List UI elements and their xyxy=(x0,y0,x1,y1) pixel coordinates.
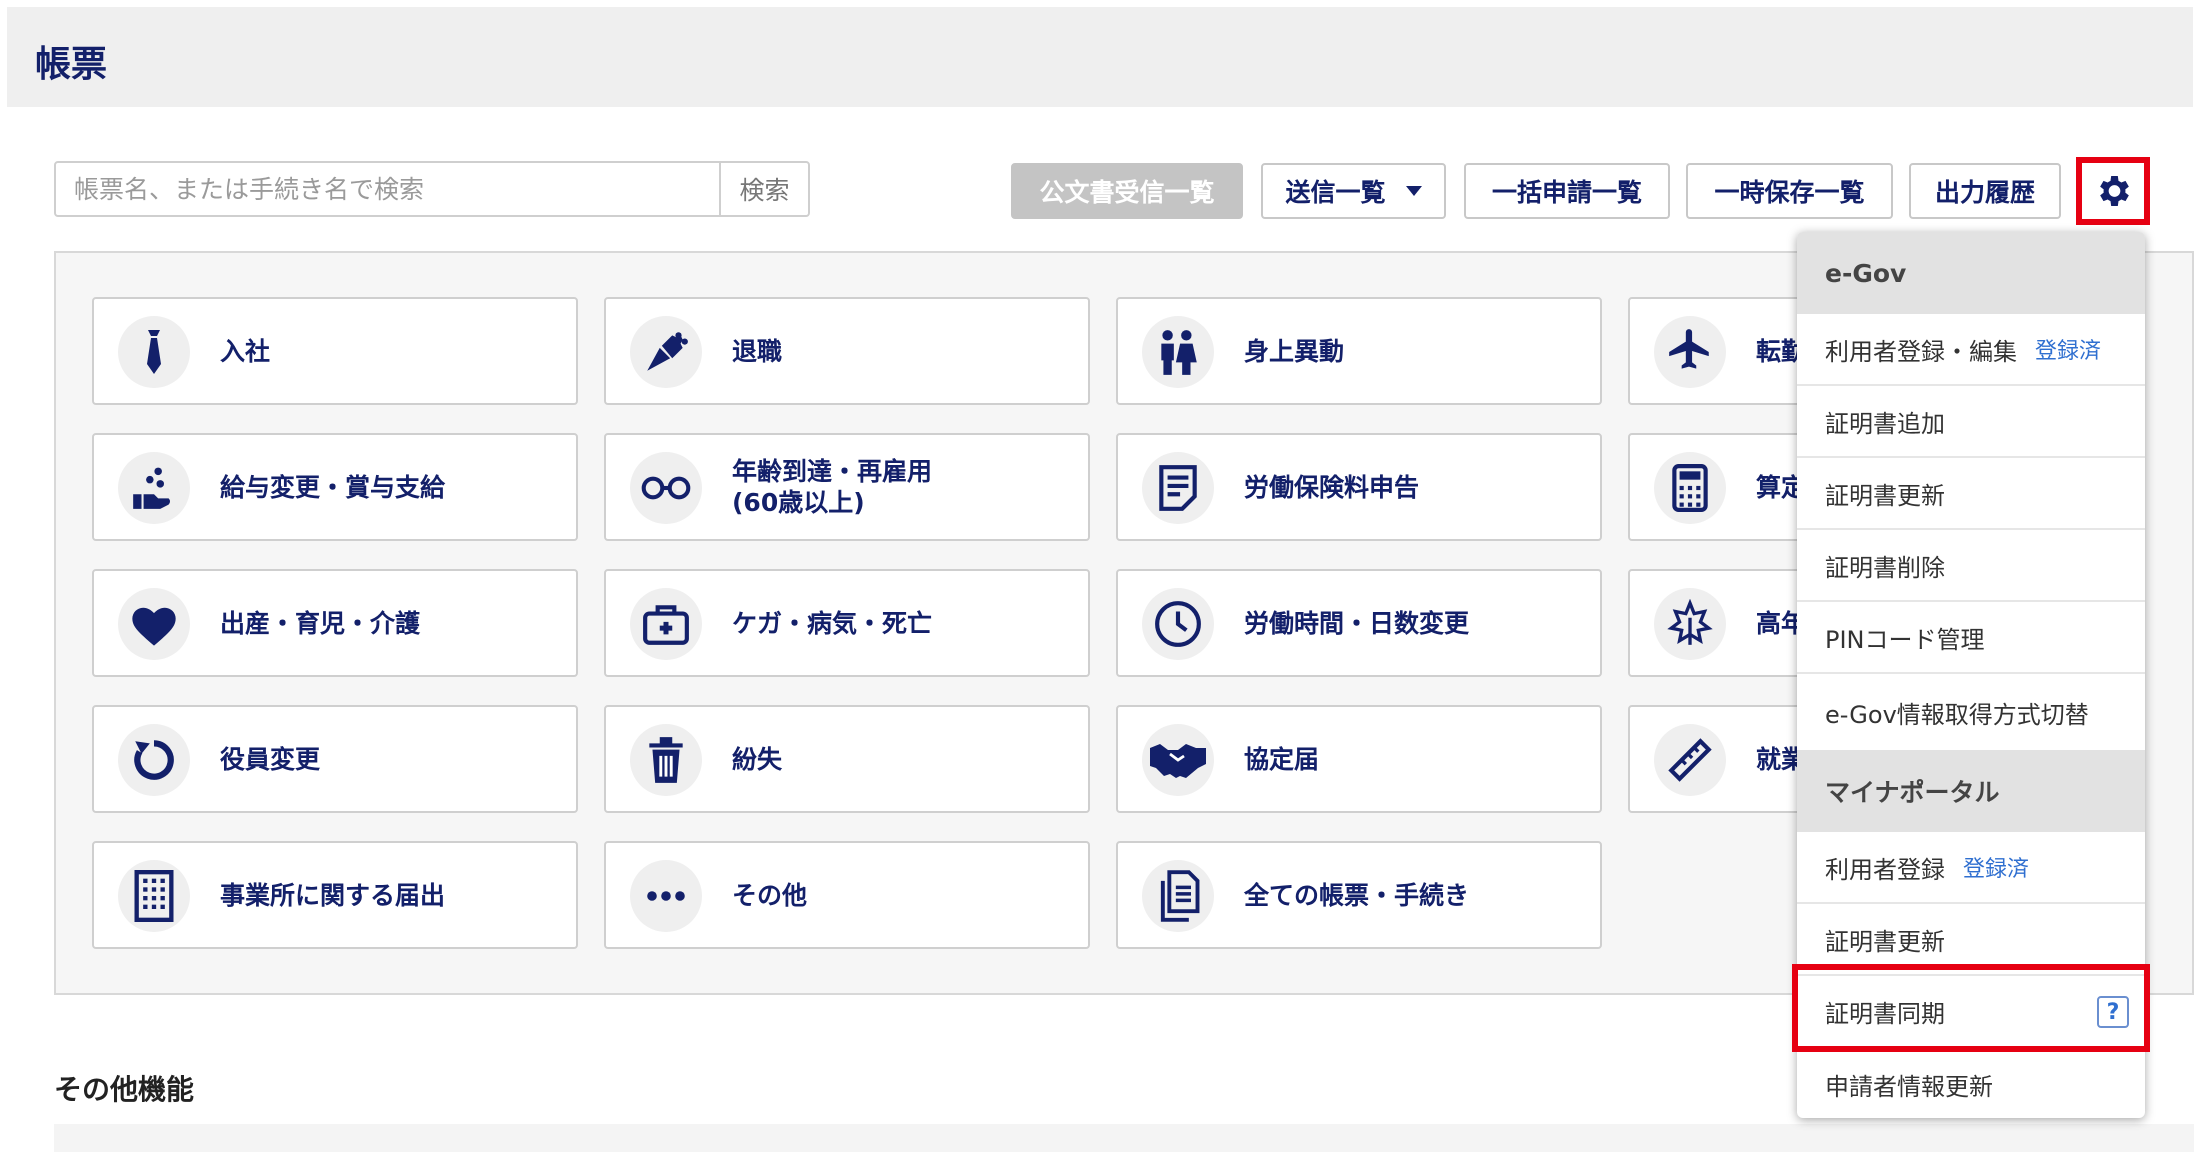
category-label: 退職 xyxy=(732,336,783,366)
menu-item-myna-user-register[interactable]: 利用者登録 登録済 xyxy=(1797,832,2145,904)
category-card-personal-change[interactable]: 身上異動 xyxy=(1116,297,1602,405)
airplane-icon xyxy=(1654,316,1726,388)
search-input[interactable] xyxy=(56,163,721,215)
dropdown-section-mynaportal: マイナポータル xyxy=(1797,750,2145,832)
category-card-age[interactable]: 年齢到達・再雇用 (60歳以上) xyxy=(604,433,1090,541)
heart-icon xyxy=(118,588,190,660)
caret-down-icon xyxy=(1405,186,1422,196)
dropdown-section-egov: e-Gov xyxy=(1797,232,2145,314)
registered-badge: 登録済 xyxy=(2035,339,2102,364)
menu-item-label: 利用者登録 xyxy=(1825,855,1945,884)
ellipsis-icon xyxy=(630,860,702,932)
category-label: 身上異動 xyxy=(1244,336,1345,366)
menu-item-myna-cert-update[interactable]: 証明書更新 xyxy=(1797,904,2145,976)
category-label: ケガ・病気・死亡 xyxy=(732,608,933,638)
sent-list-button[interactable]: 送信一覧 xyxy=(1261,163,1446,219)
category-card-injury[interactable]: ケガ・病気・死亡 xyxy=(604,569,1090,677)
menu-item-label: 証明書追加 xyxy=(1825,409,1945,438)
menu-item-pin-manage[interactable]: PINコード管理 xyxy=(1797,602,2145,674)
glasses-icon xyxy=(630,452,702,524)
first-aid-icon xyxy=(630,588,702,660)
gear-icon xyxy=(2100,176,2129,206)
category-label: 労働時間・日数変更 xyxy=(1244,608,1470,638)
output-history-button[interactable]: 出力履歴 xyxy=(1909,163,2061,219)
menu-item-label: 利用者登録・編集 xyxy=(1825,337,2017,366)
menu-item-applicant-update[interactable]: 申請者情報更新 xyxy=(1797,1048,2145,1118)
help-icon[interactable]: ? xyxy=(2097,996,2129,1028)
category-card-childcare[interactable]: 出産・育児・介護 xyxy=(92,569,578,677)
menu-item-cert-sync[interactable]: 証明書同期 ? xyxy=(1797,976,2145,1048)
couple-icon xyxy=(1142,316,1214,388)
menu-item-label: 証明書更新 xyxy=(1825,927,1945,956)
category-card-retire[interactable]: 退職 xyxy=(604,297,1090,405)
menu-item-cert-add[interactable]: 証明書追加 xyxy=(1797,386,2145,458)
other-features-title: その他機能 xyxy=(54,1073,195,1106)
category-card-agreement[interactable]: 協定届 xyxy=(1116,705,1602,813)
official-docs-label: 公文書受信一覧 xyxy=(1039,178,1215,207)
bouquet-icon xyxy=(630,316,702,388)
official-docs-button[interactable]: 公文書受信一覧 xyxy=(1011,163,1243,219)
menu-item-label: 証明書同期 xyxy=(1825,999,1945,1028)
menu-item-label: 申請者情報更新 xyxy=(1825,1072,1993,1101)
clock-icon xyxy=(1142,588,1214,660)
menu-item-label: 証明書削除 xyxy=(1825,553,1945,582)
category-card-salary[interactable]: 給与変更・賞与支給 xyxy=(92,433,578,541)
page-title: 帳票 xyxy=(35,44,108,85)
trash-icon xyxy=(630,724,702,796)
category-label: 役員変更 xyxy=(220,744,321,774)
sent-list-label: 送信一覧 xyxy=(1285,178,1386,207)
page-header: 帳票 xyxy=(7,7,2193,107)
temp-saved-label: 一時保存一覧 xyxy=(1714,178,1865,207)
registered-badge: 登録済 xyxy=(1963,857,2030,882)
category-label: 給与変更・賞与支給 xyxy=(220,472,446,502)
category-card-other[interactable]: その他 xyxy=(604,841,1090,949)
category-label: 紛失 xyxy=(732,744,783,774)
category-card-officer-change[interactable]: 役員変更 xyxy=(92,705,578,813)
menu-item-label: PINコード管理 xyxy=(1825,625,1985,654)
category-card-office[interactable]: 事業所に関する届出 xyxy=(92,841,578,949)
menu-item-cert-delete[interactable]: 証明書削除 xyxy=(1797,530,2145,602)
search-box: 検索 xyxy=(54,161,810,217)
menu-item-cert-update[interactable]: 証明書更新 xyxy=(1797,458,2145,530)
category-label: その他 xyxy=(732,880,808,910)
menu-item-label: e-Gov情報取得方式切替 xyxy=(1825,700,2089,729)
bulk-apply-button[interactable]: 一括申請一覧 xyxy=(1464,163,1670,219)
category-card-all-forms[interactable]: 全ての帳票・手続き xyxy=(1116,841,1602,949)
hand-coins-icon xyxy=(118,452,190,524)
menu-item-egov-user-register[interactable]: 利用者登録・編集 登録済 xyxy=(1797,314,2145,386)
building-icon xyxy=(118,860,190,932)
settings-button[interactable] xyxy=(2076,157,2150,225)
output-history-label: 出力履歴 xyxy=(1934,178,2035,207)
bulk-apply-label: 一括申請一覧 xyxy=(1491,178,1642,207)
category-card-labor-insurance[interactable]: 労働保険料申告 xyxy=(1116,433,1602,541)
category-label: 年齢到達・再雇用 (60歳以上) xyxy=(732,457,933,517)
necktie-icon xyxy=(118,316,190,388)
menu-item-egov-switch[interactable]: e-Gov情報取得方式切替 xyxy=(1797,674,2145,750)
menu-item-label: 証明書更新 xyxy=(1825,481,1945,510)
other-features-panel xyxy=(54,1124,2194,1152)
category-label: 事業所に関する届出 xyxy=(220,880,446,910)
settings-dropdown-menu: e-Gov 利用者登録・編集 登録済 証明書追加 証明書更新 証明書削除 PIN… xyxy=(1797,232,2145,1118)
category-label: 入社 xyxy=(220,336,271,366)
document-icon xyxy=(1142,452,1214,524)
temp-saved-button[interactable]: 一時保存一覧 xyxy=(1686,163,1893,219)
calculator-icon xyxy=(1654,452,1726,524)
search-button[interactable]: 検索 xyxy=(719,163,808,215)
category-label: 出産・育児・介護 xyxy=(220,608,421,638)
category-label: 協定届 xyxy=(1244,744,1320,774)
category-label: 全ての帳票・手続き xyxy=(1244,880,1470,910)
category-card-hire[interactable]: 入社 xyxy=(92,297,578,405)
handshake-icon xyxy=(1142,724,1214,796)
category-label: 労働保険料申告 xyxy=(1244,472,1420,502)
category-card-lost[interactable]: 紛失 xyxy=(604,705,1090,813)
leaf-icon xyxy=(1654,588,1726,660)
documents-icon xyxy=(1142,860,1214,932)
category-card-work-hours[interactable]: 労働時間・日数変更 xyxy=(1116,569,1602,677)
ruler-icon xyxy=(1654,724,1726,796)
refresh-icon xyxy=(118,724,190,796)
